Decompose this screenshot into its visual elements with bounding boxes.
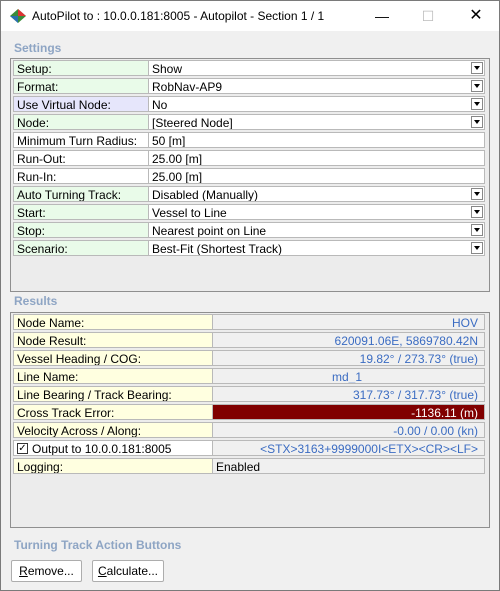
window-title: AutoPilot to : 10.0.0.181:8005 - Autopil… [32, 9, 325, 23]
settings-dropdown[interactable]: Nearest point on Line [149, 222, 485, 238]
settings-row-value: 25.00 [m] [152, 152, 203, 166]
settings-row-label: Node: [13, 114, 149, 130]
settings-row-value: Show [152, 62, 183, 76]
results-row-value: <STX>3163+9999000I<ETX><CR><LF> [213, 440, 485, 456]
settings-dropdown[interactable]: Show [149, 60, 485, 76]
settings-row-label: Scenario: [13, 240, 149, 256]
settings-input[interactable]: 50 [m] [149, 132, 485, 148]
settings-row-label: Format: [13, 78, 149, 94]
settings-row: Run-Out: 25.00 [m] [13, 150, 485, 167]
settings-row-value: Best-Fit (Shortest Track) [152, 242, 283, 256]
settings-dropdown[interactable]: Best-Fit (Shortest Track) [149, 240, 485, 256]
results-row-label: Velocity Across / Along: [13, 422, 213, 438]
settings-row-value: No [152, 98, 168, 112]
results-row-value: Enabled [213, 458, 485, 474]
settings-input[interactable]: 25.00 [m] [149, 168, 485, 184]
calculate-mnemonic: C [97, 564, 107, 578]
results-row-label: Cross Track Error: [13, 404, 213, 420]
settings-row-label: Run-Out: [13, 150, 149, 166]
output-checkbox[interactable]: ✓ [17, 443, 28, 454]
chevron-down-icon[interactable] [471, 188, 483, 200]
chevron-down-icon[interactable] [471, 80, 483, 92]
settings-row: Scenario: Best-Fit (Shortest Track) [13, 240, 485, 257]
results-row: Node Result: 620091.06E, 5869780.42N [13, 332, 485, 349]
results-row-value: 317.73° / 317.73° (true) [213, 386, 485, 402]
results-row-value: -0.00 / 0.00 (kn) [213, 422, 485, 438]
results-row: Line Name: md_1 [13, 368, 485, 385]
results-row-label: Vessel Heading / COG: [13, 350, 213, 366]
settings-row-value: [Steered Node] [152, 116, 233, 130]
results-row-label: Node Result: [13, 332, 213, 348]
maximize-button[interactable]: ☐ [405, 1, 451, 31]
turning-section-label: Turning Track Action Buttons [14, 538, 182, 552]
results-row: ✓ Output to 10.0.0.181:8005 <STX>3163+9999… [13, 440, 485, 457]
settings-row: Node: [Steered Node] [13, 114, 485, 131]
settings-grid: Setup: Show Format: RobNav-AP9 Use Virtual N… [10, 58, 490, 292]
settings-dropdown[interactable]: RobNav-AP9 [149, 78, 485, 94]
settings-row: Minimum Turn Radius: 50 [m] [13, 132, 485, 149]
results-grid: Node Name: HOV Node Result: 620091.06E, 586… [10, 312, 490, 528]
results-section-label: Results [14, 294, 58, 308]
results-row: Cross Track Error: -1136.11 (m) [13, 404, 485, 421]
results-row: Logging: Enabled [13, 458, 485, 475]
chevron-down-icon[interactable] [471, 98, 483, 110]
minimize-button[interactable]: — [359, 1, 405, 31]
results-row-label: Line Bearing / Track Bearing: [13, 386, 213, 402]
results-row-value: md_1 [213, 368, 485, 384]
settings-row: Stop: Nearest point on Line [13, 222, 485, 239]
title-bar[interactable]: AutoPilot to : 10.0.0.181:8005 - Autopil… [1, 1, 499, 31]
results-row: Vessel Heading / COG: 19.82° / 273.73° (t… [13, 350, 485, 367]
results-row: Line Bearing / Track Bearing: 317.73° / 3… [13, 386, 485, 403]
remove-button[interactable]: Remove... [11, 560, 82, 582]
results-row: Velocity Across / Along: -0.00 / 0.00 (kn… [13, 422, 485, 439]
chevron-down-icon[interactable] [471, 116, 483, 128]
results-row-label: Logging: [13, 458, 213, 474]
results-row-label: Line Name: [13, 368, 213, 384]
chevron-down-icon[interactable] [471, 242, 483, 254]
results-row: Node Name: HOV [13, 314, 485, 331]
settings-row-label: Setup: [13, 60, 149, 76]
results-row-value: HOV [213, 314, 485, 330]
results-row-label: Node Name: [13, 314, 213, 330]
settings-row-label: Minimum Turn Radius: [13, 132, 149, 148]
remove-label: emove... [27, 564, 74, 578]
settings-dropdown[interactable]: Disabled (Manually) [149, 186, 485, 202]
settings-row: Start: Vessel to Line [13, 204, 485, 221]
settings-row: Auto Turning Track: Disabled (Manually) [13, 186, 485, 203]
settings-dropdown[interactable]: No [149, 96, 485, 112]
settings-input[interactable]: 25.00 [m] [149, 150, 485, 166]
settings-dropdown[interactable]: [Steered Node] [149, 114, 485, 130]
nav-diamond-icon [10, 9, 26, 23]
settings-row: Setup: Show [13, 60, 485, 77]
settings-row-label: Start: [13, 204, 149, 220]
settings-row: Use Virtual Node: No [13, 96, 485, 113]
settings-section-label: Settings [14, 41, 62, 55]
settings-row-label: Use Virtual Node: [13, 96, 149, 112]
cross-track-error-value: -1136.11 (m) [213, 404, 485, 420]
settings-row-value: 50 [m] [152, 134, 186, 148]
remove-mnemonic: R [19, 564, 28, 578]
settings-row-value: 25.00 [m] [152, 170, 203, 184]
chevron-down-icon[interactable] [471, 62, 483, 74]
calculate-button[interactable]: Calculate... [92, 560, 164, 582]
close-button[interactable]: ✕ [453, 1, 499, 31]
results-row-value: 19.82° / 273.73° (true) [213, 350, 485, 366]
chevron-down-icon[interactable] [471, 206, 483, 218]
output-label: Output to 10.0.0.181:8005 [32, 442, 172, 456]
settings-row-label: Run-In: [13, 168, 149, 184]
settings-row-label: Stop: [13, 222, 149, 238]
settings-row-value: Vessel to Line [152, 206, 227, 220]
settings-row: Run-In: 25.00 [m] [13, 168, 485, 185]
output-toggle[interactable]: ✓ Output to 10.0.0.181:8005 [13, 440, 213, 456]
results-row-value: 620091.06E, 5869780.42N [213, 332, 485, 348]
chevron-down-icon[interactable] [471, 224, 483, 236]
settings-row: Format: RobNav-AP9 [13, 78, 485, 95]
settings-row-value: Disabled (Manually) [152, 188, 259, 202]
settings-row-label: Auto Turning Track: [13, 186, 149, 202]
settings-dropdown[interactable]: Vessel to Line [149, 204, 485, 220]
settings-row-value: Nearest point on Line [152, 224, 267, 238]
calculate-label: alculate... [106, 564, 159, 578]
settings-row-value: RobNav-AP9 [152, 80, 223, 94]
